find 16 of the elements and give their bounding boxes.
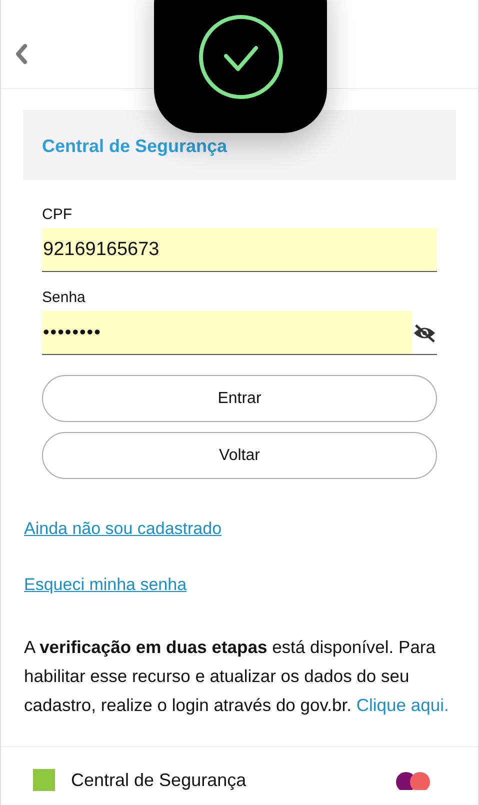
input-field[interactable]: 92169165673 — [42, 228, 437, 271]
pill-button[interactable]: Voltar — [42, 432, 437, 479]
field-label: Senha — [42, 289, 86, 306]
field-label: CPF — [42, 206, 73, 223]
notice-paragraph: A verificação em duas etapas está disponível. Para habilitar esse recurso e atualizar os dados do seu cadastro, realize o login através do gov.br. Clique aqui. — [24, 636, 450, 717]
check-circle-icon — [198, 14, 284, 100]
app-square-icon — [33, 769, 55, 791]
footer-title: Central de Segurança — [71, 770, 248, 790]
card-title: Central de Segurança — [42, 136, 228, 156]
text-link[interactable]: Ainda não sou cadastrado — [24, 519, 222, 539]
text-link[interactable]: Esqueci minha senha — [24, 575, 187, 595]
text-link[interactable]: Clique aqui. — [356, 695, 449, 715]
pill-button[interactable]: Entrar — [42, 375, 437, 422]
back-icon[interactable] — [14, 43, 28, 65]
eye-slash-icon[interactable] — [412, 322, 437, 342]
password-field[interactable]: •••••••• — [42, 311, 412, 354]
